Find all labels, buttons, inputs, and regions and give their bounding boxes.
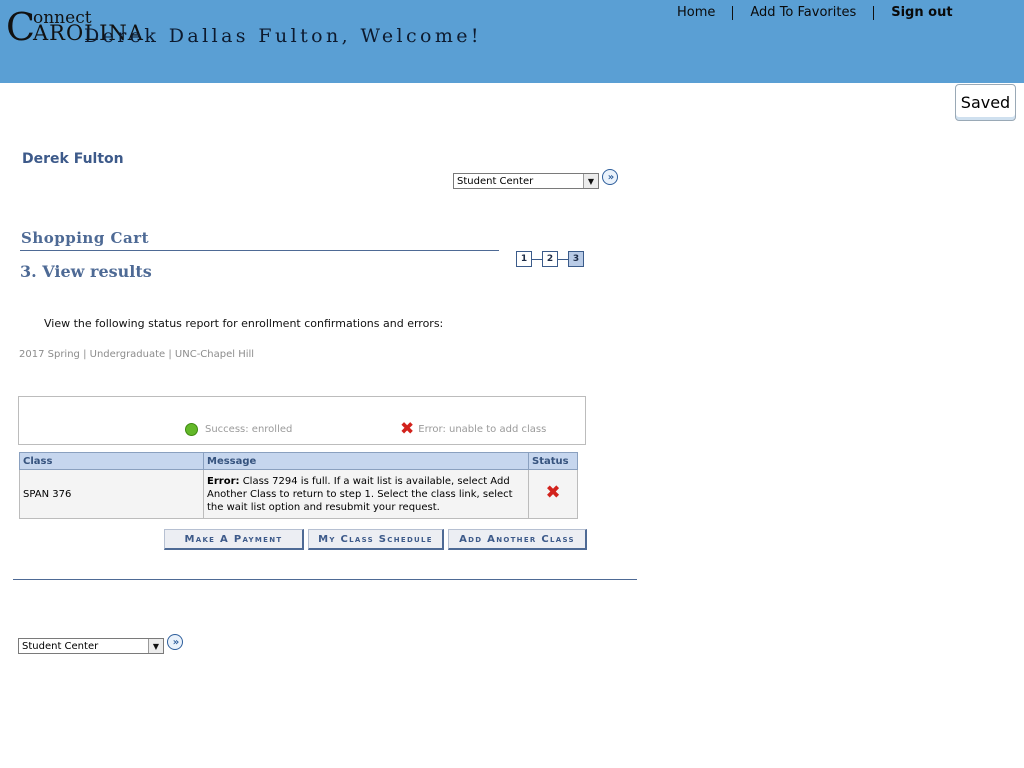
title-divider xyxy=(20,250,499,251)
select-value: Student Center xyxy=(22,640,99,652)
error-x-icon: ✖ xyxy=(400,419,415,439)
error-label: Error: xyxy=(207,475,240,487)
select-value: Student Center xyxy=(457,175,534,187)
status-cell: ✖ xyxy=(528,469,578,519)
legend-success: Success: enrolled xyxy=(185,423,292,436)
logo-letter: C xyxy=(6,5,36,49)
legend-error: ✖ Error: unable to add class xyxy=(400,419,547,439)
chevron-down-icon: ▼ xyxy=(148,639,163,653)
column-header-status: Status xyxy=(528,452,578,470)
instruction-text: View the following status report for enr… xyxy=(44,317,444,330)
add-to-favorites-link[interactable]: Add To Favorites xyxy=(733,6,873,20)
column-header-class: Class xyxy=(19,452,204,470)
top-nav: Home Add To Favorites Sign out xyxy=(660,6,970,20)
header-bar: C onnect AROLINA Derek Dallas Fulton, We… xyxy=(0,0,1024,83)
error-x-icon: ✖ xyxy=(545,482,561,503)
my-class-schedule-button[interactable]: My Class Schedule xyxy=(308,529,444,550)
bottom-divider xyxy=(13,579,637,580)
make-a-payment-button[interactable]: Make A Payment xyxy=(164,529,304,550)
saved-button[interactable]: Saved xyxy=(955,84,1016,121)
step-connector xyxy=(532,258,542,260)
add-another-class-button[interactable]: Add Another Class xyxy=(448,529,587,550)
bottom-navigation-select[interactable]: Student Center ▼ xyxy=(18,638,164,654)
home-link[interactable]: Home xyxy=(660,6,732,20)
top-navigation-select[interactable]: Student Center ▼ xyxy=(453,173,599,189)
results-table: Class Message Status SPAN 376 Error: Cla… xyxy=(19,452,578,519)
step-connector xyxy=(558,258,568,260)
legend-success-label: Success: enrolled xyxy=(205,424,293,435)
go-arrow-icon[interactable]: » xyxy=(602,169,618,185)
step-indicator: 1 2 3 xyxy=(516,251,584,267)
class-cell: SPAN 376 xyxy=(19,469,204,519)
sign-out-link[interactable]: Sign out xyxy=(874,6,969,20)
error-message: Class 7294 is full. If a wait list is av… xyxy=(207,475,513,513)
step-title: 3. View results xyxy=(20,262,152,281)
success-circle-icon xyxy=(185,423,198,436)
status-legend: Success: enrolled ✖ Error: unable to add… xyxy=(18,396,586,445)
table-row: SPAN 376 Error: Class 7294 is full. If a… xyxy=(19,469,578,519)
message-cell: Error: Class 7294 is full. If a wait lis… xyxy=(203,469,529,519)
legend-error-label: Error: unable to add class xyxy=(418,423,547,435)
go-arrow-icon[interactable]: » xyxy=(167,634,183,650)
chevron-down-icon: ▼ xyxy=(583,174,598,188)
step-1: 1 xyxy=(516,251,532,267)
page-title: Shopping Cart xyxy=(21,229,150,247)
step-3-current: 3 xyxy=(568,251,584,267)
user-name: Derek Fulton xyxy=(22,151,124,167)
term-info: 2017 Spring | Undergraduate | UNC-Chapel… xyxy=(19,349,255,360)
welcome-message: Derek Dallas Fulton, Welcome! xyxy=(84,25,482,47)
column-header-message: Message xyxy=(203,452,529,470)
step-2: 2 xyxy=(542,251,558,267)
